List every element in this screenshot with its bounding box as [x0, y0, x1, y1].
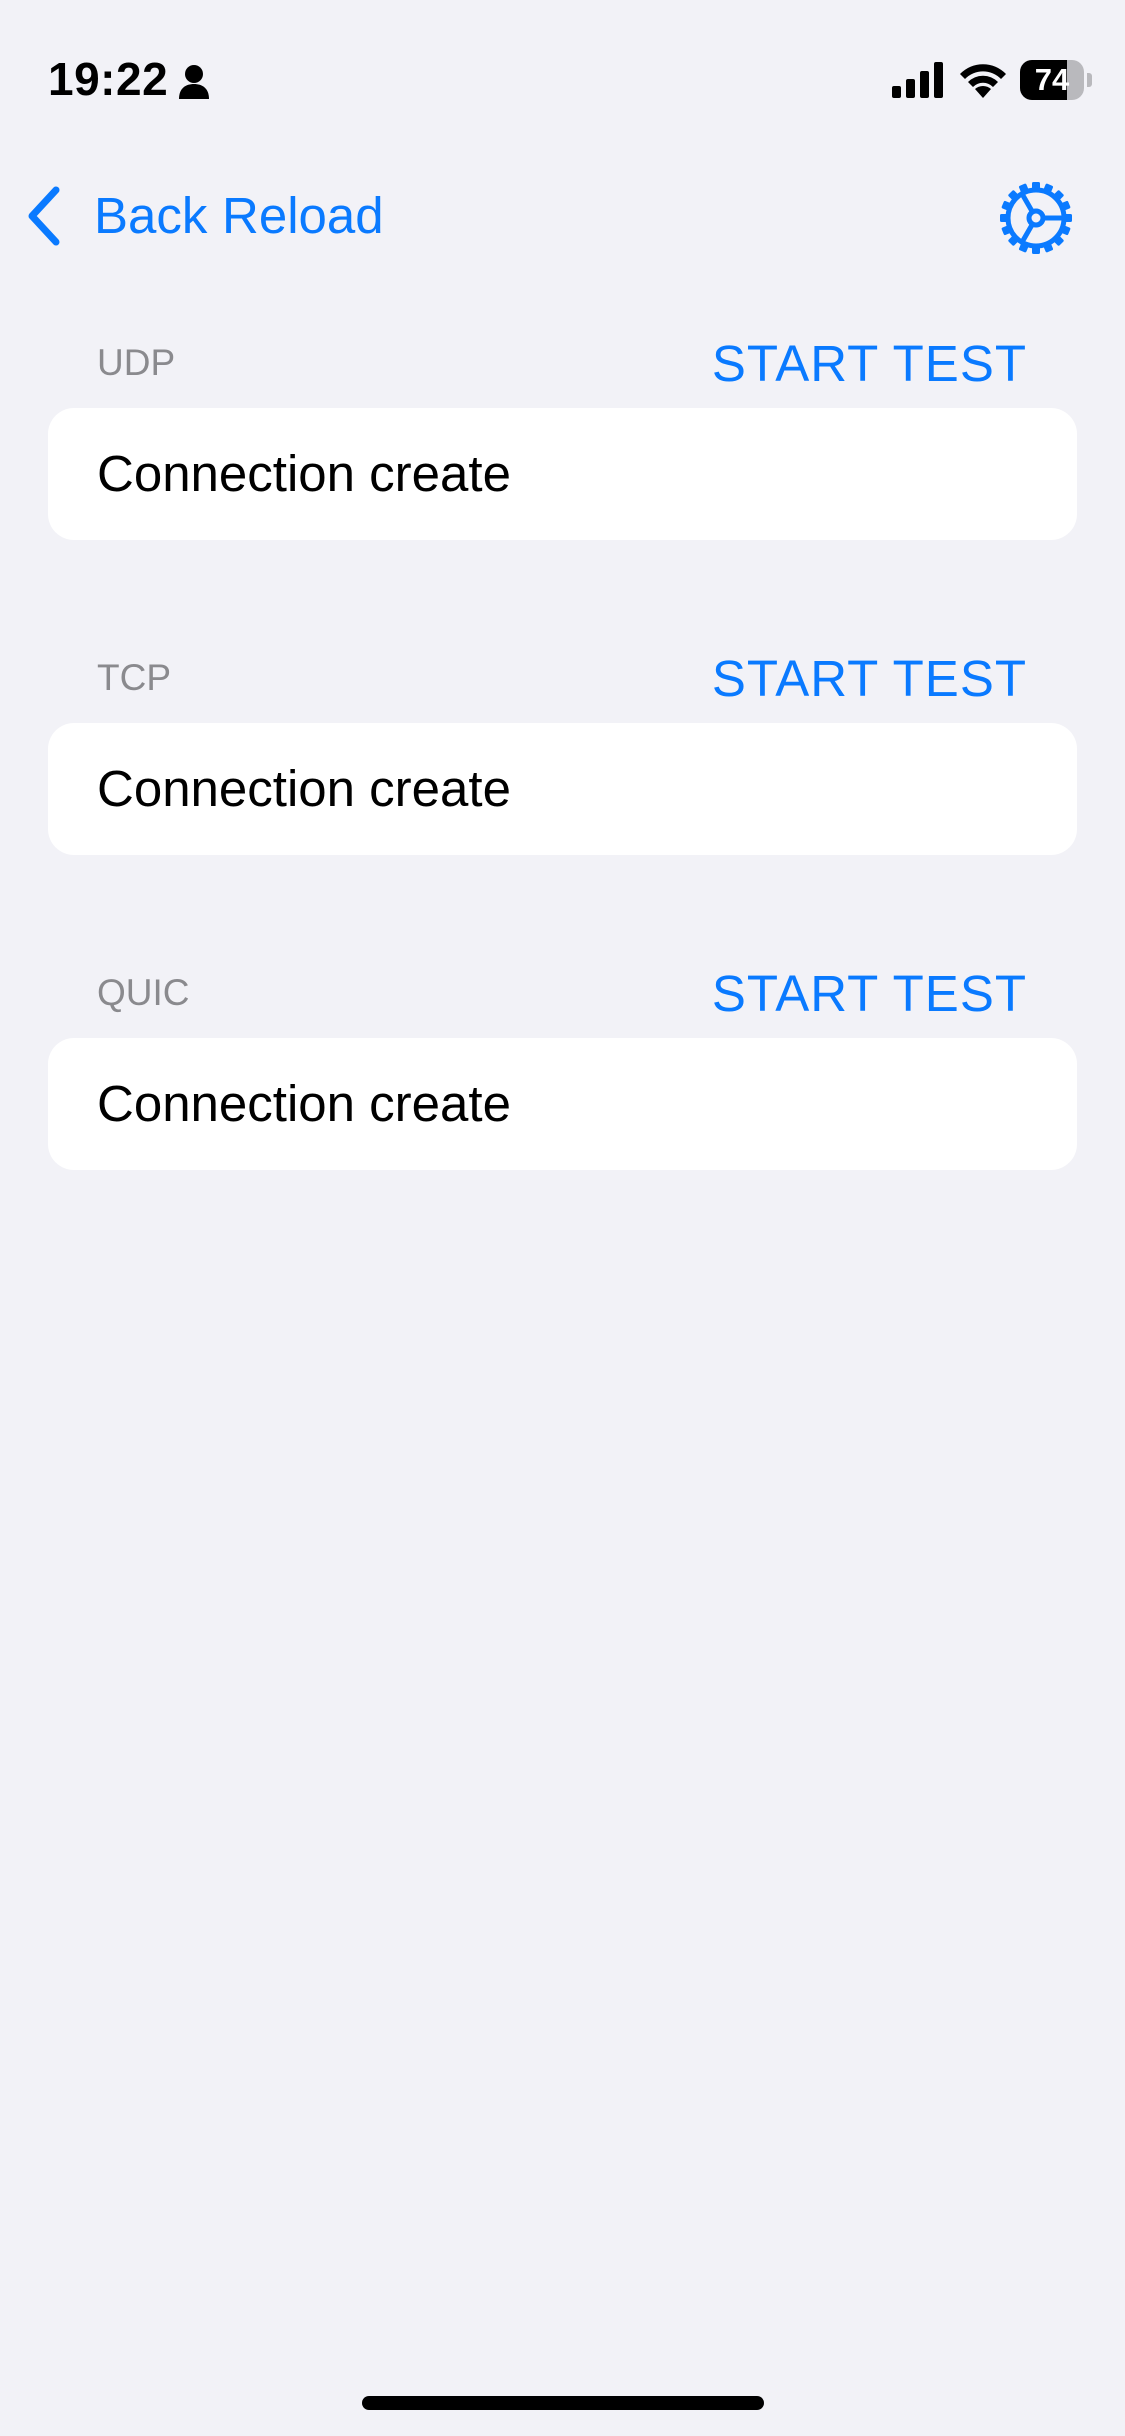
list-item[interactable]: Connection create — [48, 723, 1077, 855]
reload-label: Reload — [222, 187, 384, 244]
start-test-button-udp[interactable]: START TEST — [712, 334, 1027, 394]
row-label-udp: Connection create — [97, 445, 511, 502]
section-header-udp: UDP — [97, 342, 176, 383]
list-item[interactable]: Connection create — [48, 408, 1077, 540]
start-test-button-tcp[interactable]: START TEST — [712, 649, 1027, 709]
navigation-bar: Back Reload — [0, 170, 1125, 260]
gear-icon[interactable] — [996, 178, 1076, 258]
back-label: Back — [94, 187, 208, 244]
list-item[interactable]: Connection create — [48, 1038, 1077, 1170]
person-icon — [179, 65, 209, 99]
signal-icon — [892, 62, 943, 98]
reload-button[interactable]: Reload — [222, 184, 384, 248]
section-header-quic: QUIC — [97, 972, 190, 1013]
start-test-button-quic[interactable]: START TEST — [712, 964, 1027, 1024]
row-label-tcp: Connection create — [97, 760, 511, 817]
wifi-icon — [960, 64, 1006, 98]
status-bar: 19:22 74 — [0, 0, 1125, 150]
section-header-tcp: TCP — [97, 657, 171, 698]
chevron-left-icon — [28, 186, 60, 246]
row-label-quic: Connection create — [97, 1075, 511, 1132]
battery-level: 74 — [1034, 62, 1070, 97]
battery-icon: 74 — [1020, 60, 1092, 100]
back-button[interactable]: Back — [24, 184, 207, 248]
home-indicator[interactable] — [362, 2396, 764, 2410]
status-time: 19:22 — [48, 53, 169, 105]
